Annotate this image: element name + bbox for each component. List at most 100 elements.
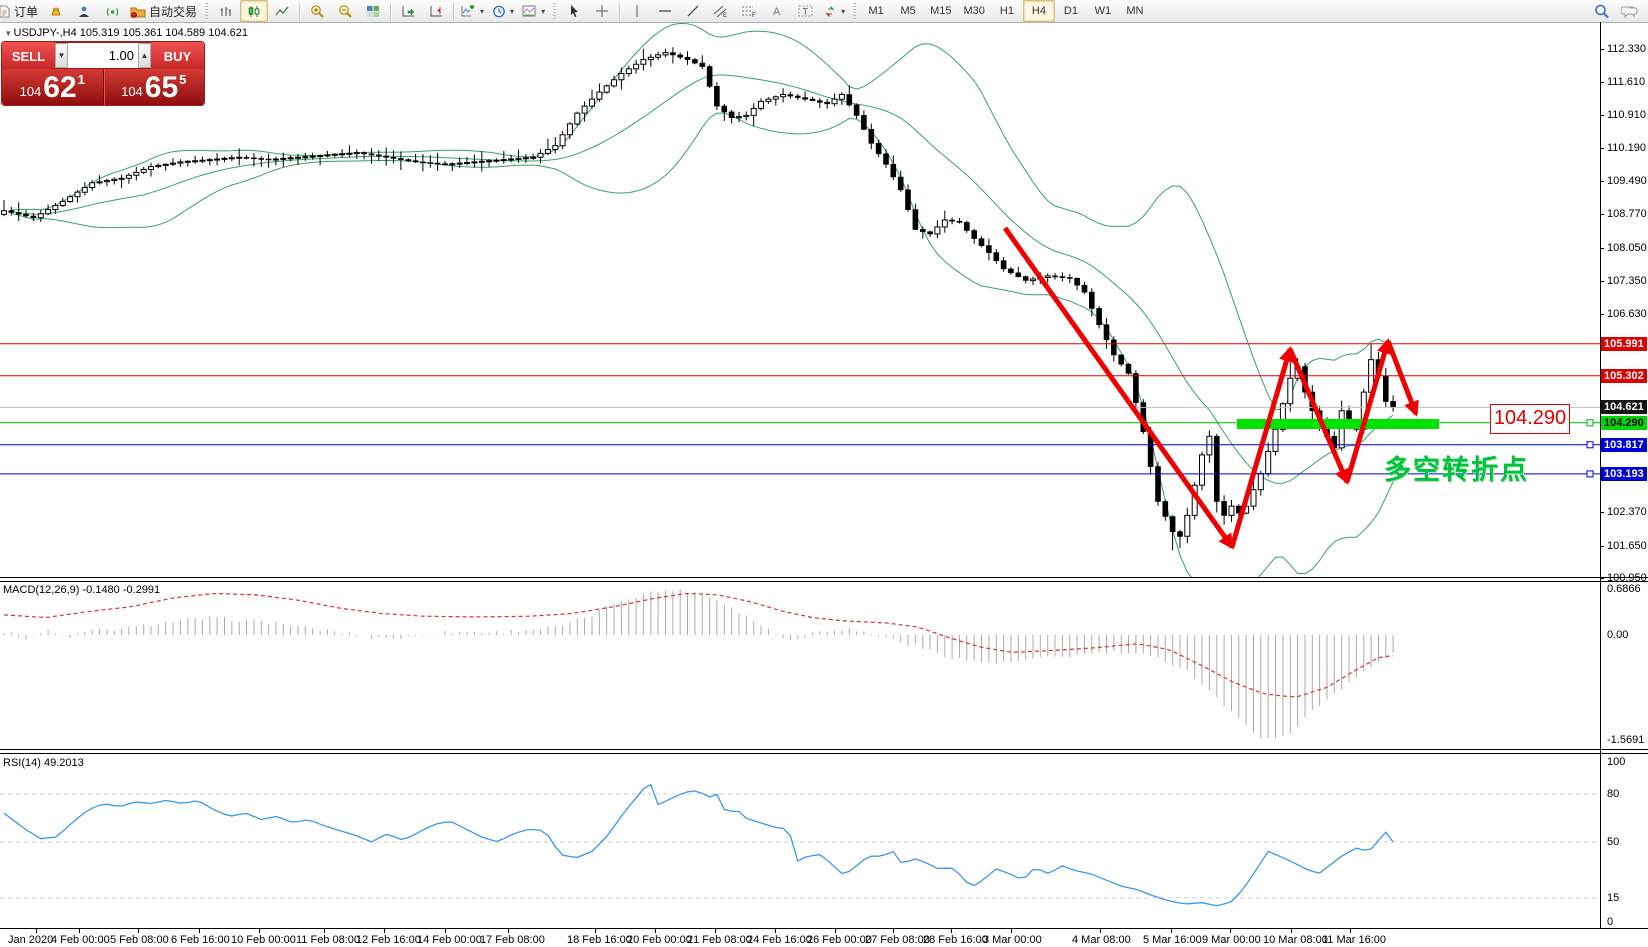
horizontal-line-button[interactable] bbox=[651, 0, 679, 22]
autotrading-button[interactable]: 自动交易 bbox=[126, 0, 201, 22]
new-order-button[interactable]: 订单 bbox=[0, 0, 42, 22]
time-tick-mark bbox=[1291, 929, 1292, 933]
new-order-icon bbox=[0, 5, 11, 18]
auto-scroll-button[interactable] bbox=[394, 0, 422, 22]
time-axis-label: 4 Feb 00:00 bbox=[51, 934, 110, 946]
templates-button[interactable]: ▾ bbox=[518, 0, 549, 22]
time-tick-mark bbox=[595, 929, 596, 933]
profile-icon bbox=[77, 5, 91, 18]
zoom-out-icon bbox=[338, 4, 353, 18]
time-tick-mark bbox=[835, 929, 836, 933]
fibonacci-button[interactable]: F bbox=[735, 0, 763, 22]
toolbar-separator bbox=[390, 3, 391, 20]
tile-windows-button[interactable] bbox=[359, 0, 387, 22]
cursor-button[interactable] bbox=[560, 0, 588, 22]
equidistant-channel-button[interactable]: E bbox=[707, 0, 735, 22]
horizontal-levels bbox=[0, 344, 1600, 477]
signal-icon bbox=[105, 5, 120, 18]
trendline-icon bbox=[686, 4, 700, 18]
zoom-in-button[interactable] bbox=[303, 0, 331, 22]
chart-shift-icon bbox=[429, 5, 444, 18]
timeframe-m5[interactable]: M5 bbox=[892, 0, 924, 22]
timeframe-h4[interactable]: H4 bbox=[1023, 0, 1055, 22]
tile-windows-icon bbox=[366, 5, 380, 18]
timeframe-m15[interactable]: M15 bbox=[924, 0, 957, 22]
macd-tick-label: 0.00 bbox=[1607, 629, 1647, 641]
price-tick-mark bbox=[1600, 115, 1604, 116]
timeframe-h1[interactable]: H1 bbox=[991, 0, 1023, 22]
sell-button[interactable]: SELL bbox=[2, 42, 55, 69]
sell-price-pips: 62 bbox=[43, 73, 76, 103]
pane-separator[interactable] bbox=[0, 749, 1648, 754]
line-chart-icon bbox=[275, 5, 289, 18]
timeframe-group: M1M5M15M30H1H4D1W1MN bbox=[860, 0, 1151, 22]
cursor-icon bbox=[568, 4, 580, 18]
autotrading-label: 自动交易 bbox=[149, 3, 197, 20]
price-tick-mark bbox=[1600, 281, 1604, 282]
price-tick-label: 111.610 bbox=[1607, 76, 1647, 88]
sell-price[interactable]: 104 62 1 bbox=[2, 69, 103, 105]
main-price-chart[interactable] bbox=[0, 22, 1600, 578]
chart-shift-button[interactable] bbox=[422, 0, 450, 22]
price-tick-mark bbox=[1600, 82, 1604, 83]
deposit-button[interactable] bbox=[42, 0, 70, 22]
timeframe-m1[interactable]: M1 bbox=[860, 0, 892, 22]
profile-button[interactable] bbox=[70, 0, 98, 22]
vertical-line-button[interactable] bbox=[623, 0, 651, 22]
zoom-out-button[interactable] bbox=[331, 0, 359, 22]
price-callout-box[interactable]: 104.290 bbox=[1490, 404, 1570, 434]
timeframe-m30[interactable]: M30 bbox=[958, 0, 991, 22]
time-axis-label: 24 Feb 16:00 bbox=[747, 934, 812, 946]
chat-button[interactable] bbox=[1616, 0, 1644, 22]
level-handle[interactable] bbox=[1587, 471, 1593, 477]
trendline-button[interactable] bbox=[679, 0, 707, 22]
indicators-button[interactable]: ▾ bbox=[457, 0, 488, 22]
timeframe-w1[interactable]: W1 bbox=[1087, 0, 1119, 22]
sell-price-whole: 104 bbox=[20, 84, 42, 99]
zigzag-arrows-object[interactable] bbox=[1005, 228, 1416, 547]
price-tick-mark bbox=[1600, 546, 1604, 547]
price-tick-mark bbox=[1600, 314, 1604, 315]
periods-button[interactable]: ▾ bbox=[488, 0, 518, 22]
rsi-pane[interactable] bbox=[0, 753, 1600, 928]
collapse-panel-icon[interactable]: ▾ bbox=[6, 28, 11, 38]
level-handle[interactable] bbox=[1587, 442, 1593, 448]
price-tick-mark bbox=[1600, 578, 1604, 579]
dropdown-arrow-icon: ▾ bbox=[541, 7, 545, 16]
buy-price[interactable]: 104 65 5 bbox=[104, 69, 205, 105]
time-axis-label: Jan 2020 bbox=[8, 934, 53, 946]
timeframe-mn[interactable]: MN bbox=[1119, 0, 1151, 22]
time-tick-mark bbox=[36, 929, 37, 933]
crosshair-button[interactable] bbox=[588, 0, 616, 22]
bar-chart-button[interactable] bbox=[212, 0, 240, 22]
svg-text:F: F bbox=[752, 13, 756, 18]
chinese-annotation[interactable]: 多空转折点 bbox=[1384, 456, 1529, 484]
signals-button[interactable] bbox=[98, 0, 126, 22]
rsi-tick-label: 50 bbox=[1607, 836, 1647, 848]
toolbar-grip bbox=[553, 3, 556, 19]
text-label-button[interactable]: T bbox=[791, 0, 819, 22]
macd-pane[interactable] bbox=[0, 580, 1600, 750]
symbol-ohlc-line: ▾USDJPY-,H4 105.319 105.361 104.589 104.… bbox=[6, 27, 248, 40]
time-axis-label: 10 Feb 00:00 bbox=[231, 934, 296, 946]
level-handle[interactable] bbox=[1587, 420, 1593, 426]
arrows-button[interactable]: ▾ bbox=[819, 0, 849, 22]
volume-increase-button[interactable]: ▲ bbox=[138, 43, 151, 68]
buy-button[interactable]: BUY bbox=[151, 42, 204, 69]
candle-chart-icon bbox=[247, 5, 261, 18]
text-button[interactable]: A bbox=[763, 0, 791, 22]
rsi-line bbox=[4, 785, 1393, 906]
volume-decrease-button[interactable]: ▼ bbox=[55, 43, 68, 68]
pane-separator[interactable] bbox=[0, 577, 1648, 582]
dropdown-arrow-icon: ▾ bbox=[841, 7, 845, 16]
timeframe-d1[interactable]: D1 bbox=[1055, 0, 1087, 22]
candle-chart-button[interactable] bbox=[240, 0, 268, 22]
volume-input[interactable] bbox=[68, 43, 138, 68]
equidistant-channel-icon: E bbox=[713, 4, 729, 18]
line-chart-button[interactable] bbox=[268, 0, 296, 22]
time-tick-mark bbox=[951, 929, 952, 933]
time-axis-label: 11 Mar 16:00 bbox=[1322, 934, 1386, 946]
search-button[interactable] bbox=[1588, 0, 1616, 22]
periods-icon bbox=[492, 5, 506, 18]
one-click-trading-panel: SELL ▼ ▲ BUY 104 62 1 104 65 5 bbox=[2, 42, 204, 105]
